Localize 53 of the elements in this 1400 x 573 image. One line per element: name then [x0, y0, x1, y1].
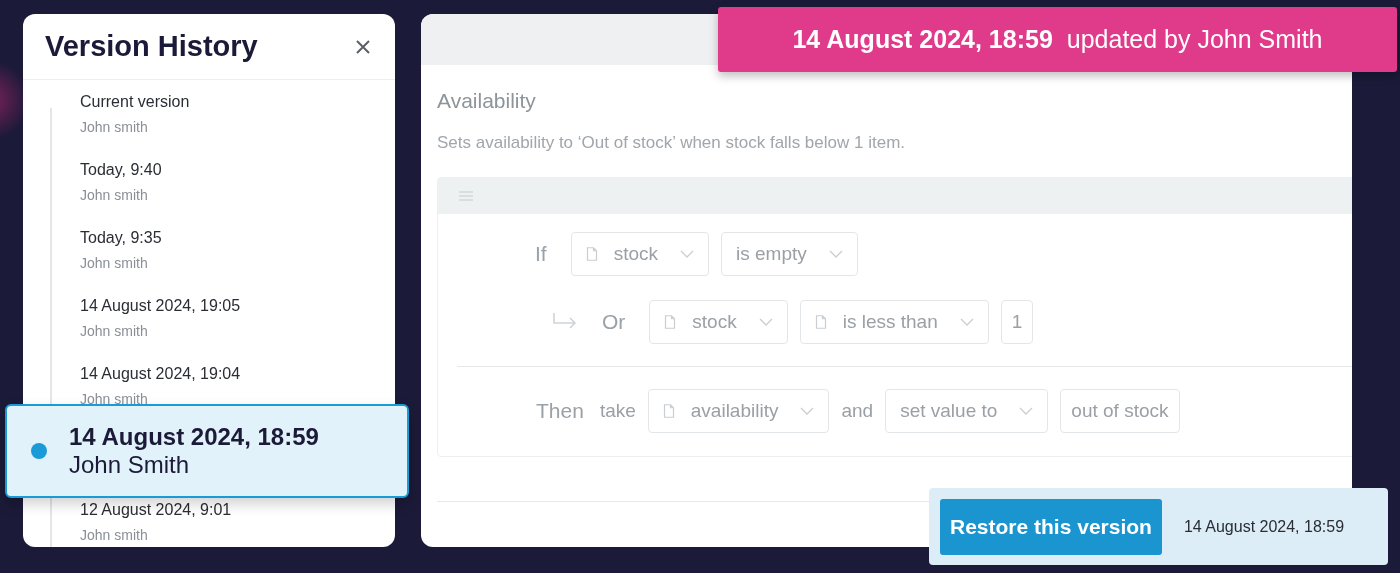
version-author: John smith — [80, 186, 149, 204]
banner-text: updated by John Smith — [1066, 25, 1323, 54]
chevron-down-icon — [959, 318, 974, 326]
version-date: 14 August 2024, 18:59 — [69, 423, 319, 451]
condition-keyword: If — [535, 242, 547, 266]
banner-date: 14 August 2024, 18:59 — [792, 25, 1053, 54]
dropdown[interactable]: availability — [647, 389, 830, 433]
version-author: John smith — [80, 322, 149, 340]
action-keyword: Then — [536, 399, 584, 423]
chevron-down-icon — [800, 407, 815, 415]
chevron-down-icon — [828, 250, 843, 258]
document-icon — [585, 247, 598, 261]
close-icon — [355, 38, 371, 55]
document-icon — [664, 315, 677, 329]
version-author: John smith — [80, 526, 149, 544]
version-item[interactable]: 12 August 2024, 9:01 John smith — [23, 500, 395, 568]
rule-description: Sets availability to ‘Out of stock’ when stock falls below 1 item. — [437, 133, 906, 153]
dropdown[interactable]: stock — [570, 232, 710, 276]
version-item[interactable]: 14 August 2024, 19:04 John smith — [23, 364, 395, 404]
condition-keyword: Or — [602, 310, 626, 334]
rule-word: take — [599, 400, 636, 422]
dropdown[interactable]: set value to — [885, 389, 1049, 433]
panel-title: Version History — [45, 30, 258, 63]
version-date: Current version — [80, 92, 190, 112]
version-item[interactable]: 14 August 2024, 19:05 John smith — [23, 296, 395, 364]
chevron-down-icon — [1019, 407, 1034, 415]
version-author: John Smith — [69, 451, 191, 479]
value-field[interactable]: out of stock — [1060, 389, 1180, 433]
version-author: John smith — [80, 390, 149, 404]
version-date: 14 August 2024, 19:04 — [80, 364, 241, 384]
version-item[interactable]: Today, 9:40 John smith — [23, 160, 395, 228]
version-date: Today, 9:40 — [80, 160, 162, 180]
dot-icon — [31, 443, 47, 459]
version-item[interactable]: Current version John smith — [23, 92, 395, 160]
dropdown[interactable]: stock — [649, 300, 788, 344]
restore-button[interactable]: Restore this version — [940, 498, 1162, 555]
chevron-down-icon — [758, 318, 773, 326]
selected-version-card[interactable]: 14 August 2024, 18:59 John Smith — [5, 404, 409, 498]
version-date: Today, 9:35 — [80, 228, 162, 248]
dropdown[interactable]: is less than — [799, 300, 989, 344]
version-author: John smith — [80, 254, 149, 272]
chevron-down-icon — [680, 250, 695, 258]
value-field[interactable]: 1 — [1000, 300, 1034, 344]
version-item[interactable]: Today, 9:35 John smith — [23, 228, 395, 296]
rule-title: Availability — [437, 89, 537, 113]
rule-word: and — [841, 400, 874, 422]
version-date: 12 August 2024, 9:01 — [80, 500, 232, 520]
version-date: 14 August 2024, 19:05 — [80, 296, 241, 316]
dropdown[interactable]: is empty — [721, 232, 858, 276]
document-icon — [662, 404, 675, 418]
restore-date: 14 August 2024, 18:59 — [1183, 517, 1345, 536]
version-author: John smith — [80, 118, 149, 136]
document-icon — [814, 315, 827, 329]
